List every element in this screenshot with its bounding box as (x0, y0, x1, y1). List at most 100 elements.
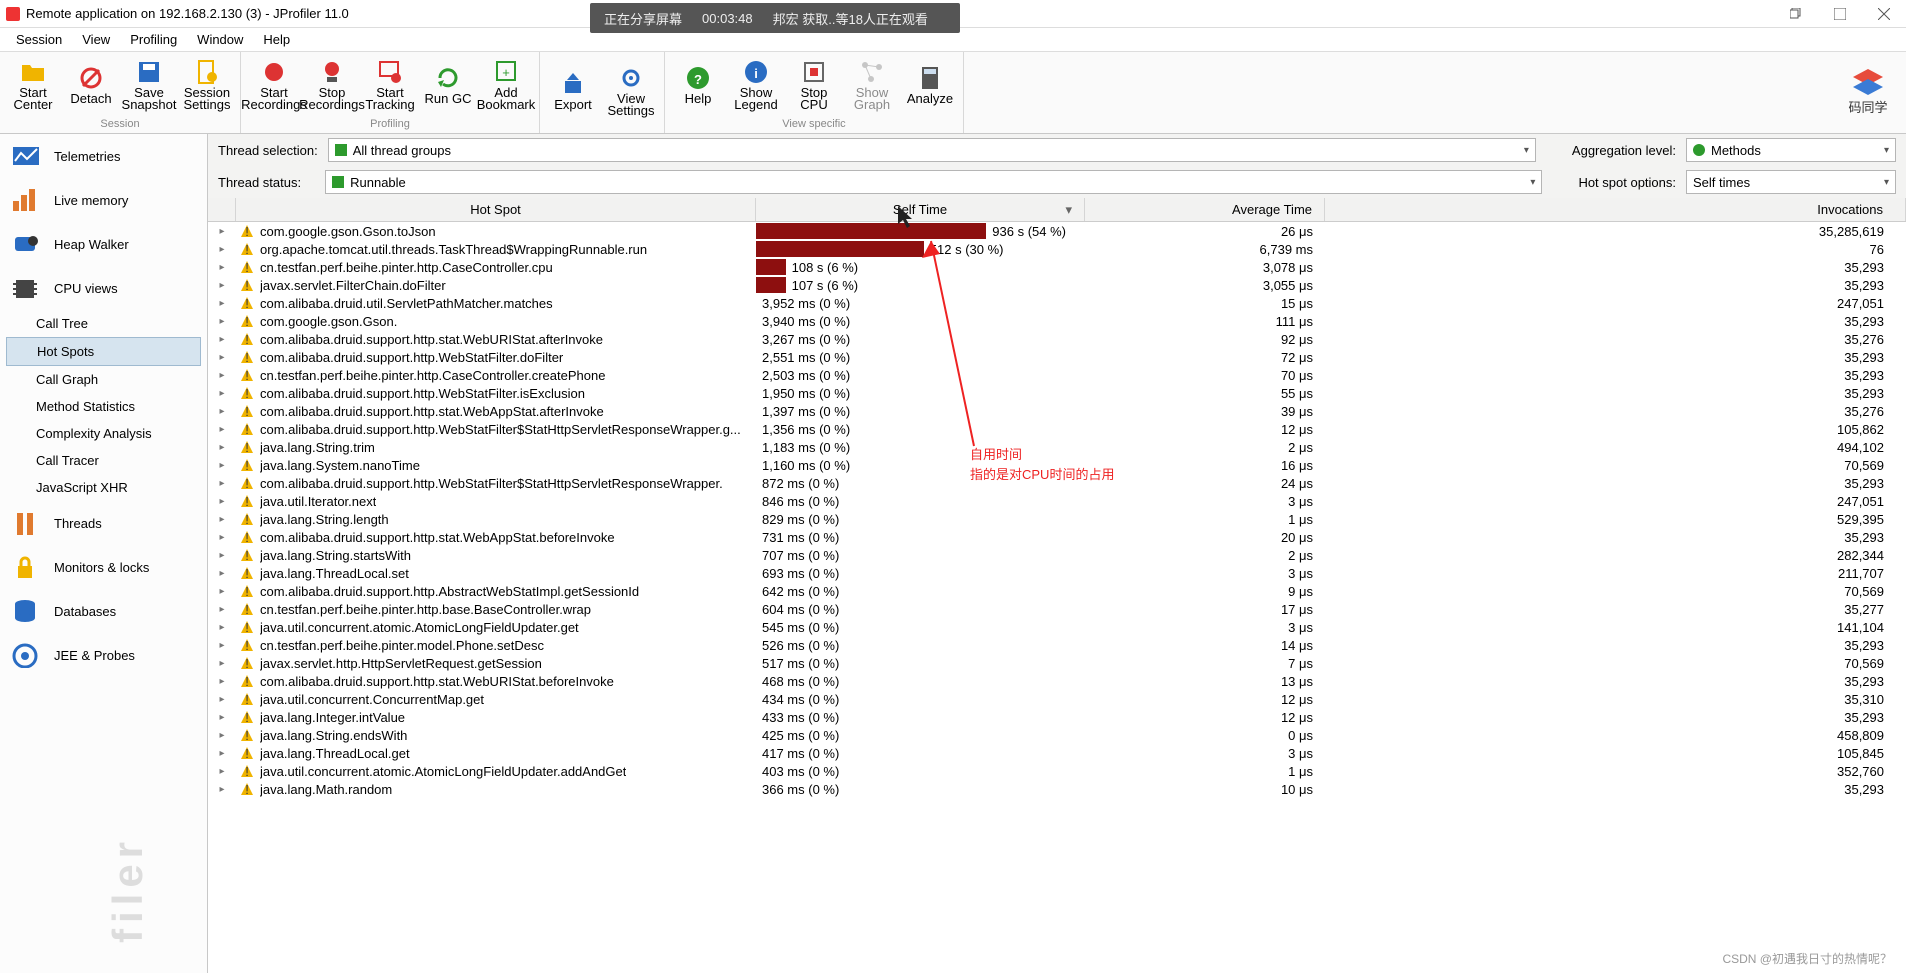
expand-icon[interactable]: ▸ (208, 406, 236, 417)
menu-profiling[interactable]: Profiling (120, 32, 187, 47)
sidebar-item-monitors-locks[interactable]: Monitors & locks (0, 545, 207, 589)
table-row[interactable]: ▸!com.alibaba.druid.support.http.WebStat… (208, 348, 1906, 366)
expand-icon[interactable]: ▸ (208, 442, 236, 453)
expand-icon[interactable]: ▸ (208, 514, 236, 525)
expand-icon[interactable]: ▸ (208, 316, 236, 327)
show-legend-button[interactable]: iShowLegend (727, 55, 785, 115)
sidebar-item-databases[interactable]: Databases (0, 589, 207, 633)
hotspot-options-combo[interactable]: Self times (1686, 170, 1896, 194)
start-center-button[interactable]: StartCenter (4, 55, 62, 115)
expand-icon[interactable]: ▸ (208, 352, 236, 363)
table-row[interactable]: ▸!java.util.concurrent.atomic.AtomicLong… (208, 762, 1906, 780)
expand-icon[interactable]: ▸ (208, 478, 236, 489)
sidebar-sub-call-graph[interactable]: Call Graph (0, 366, 207, 393)
restore-down-icon[interactable] (1774, 0, 1818, 28)
expand-icon[interactable]: ▸ (208, 622, 236, 633)
expand-icon[interactable]: ▸ (208, 784, 236, 795)
menu-window[interactable]: Window (187, 32, 253, 47)
view-settings-button[interactable]: ViewSettings (602, 61, 660, 121)
sidebar-sub-call-tracer[interactable]: Call Tracer (0, 447, 207, 474)
table-row[interactable]: ▸!com.google.gson.Gson.toJson936 s (54 %… (208, 222, 1906, 240)
table-row[interactable]: ▸!java.lang.Math.random366 ms (0 %)10 μs… (208, 780, 1906, 798)
table-row[interactable]: ▸!javax.servlet.http.HttpServletRequest.… (208, 654, 1906, 672)
detach-button[interactable]: Detach (62, 55, 120, 115)
expand-icon[interactable]: ▸ (208, 298, 236, 309)
table-row[interactable]: ▸!com.alibaba.druid.support.http.stat.We… (208, 528, 1906, 546)
table-row[interactable]: ▸!com.alibaba.druid.support.http.WebStat… (208, 384, 1906, 402)
table-row[interactable]: ▸!com.alibaba.druid.support.http.stat.We… (208, 402, 1906, 420)
sidebar-sub-hot-spots[interactable]: Hot Spots (6, 337, 201, 366)
col-avg-time[interactable]: Average Time (1085, 198, 1325, 221)
stop-recordings-button[interactable]: StopRecordings (303, 55, 361, 115)
table-row[interactable]: ▸!com.alibaba.druid.support.http.stat.We… (208, 330, 1906, 348)
expand-icon[interactable]: ▸ (208, 550, 236, 561)
table-row[interactable]: ▸!java.lang.ThreadLocal.get417 ms (0 %)3… (208, 744, 1906, 762)
col-hotspot[interactable]: Hot Spot (236, 198, 756, 221)
sidebar-sub-method-statistics[interactable]: Method Statistics (0, 393, 207, 420)
expand-icon[interactable]: ▸ (208, 226, 236, 237)
sidebar-item-threads[interactable]: Threads (0, 501, 207, 545)
expand-icon[interactable]: ▸ (208, 334, 236, 345)
sidebar-item-live-memory[interactable]: Live memory (0, 178, 207, 222)
start-tracking-button[interactable]: StartTracking (361, 55, 419, 115)
table-row[interactable]: ▸!cn.testfan.perf.beihe.pinter.http.Case… (208, 258, 1906, 276)
col-self-time[interactable]: Self Time (756, 198, 1085, 221)
sidebar-item-telemetries[interactable]: Telemetries (0, 134, 207, 178)
sidebar-item-heap-walker[interactable]: Heap Walker (0, 222, 207, 266)
expand-icon[interactable]: ▸ (208, 496, 236, 507)
table-row[interactable]: ▸!cn.testfan.perf.beihe.pinter.http.Case… (208, 366, 1906, 384)
expand-icon[interactable]: ▸ (208, 640, 236, 651)
sidebar-sub-javascript-xhr[interactable]: JavaScript XHR (0, 474, 207, 501)
table-row[interactable]: ▸!java.lang.String.startsWith707 ms (0 %… (208, 546, 1906, 564)
col-invocations[interactable]: Invocations (1325, 198, 1906, 221)
table-row[interactable]: ▸!com.alibaba.druid.support.http.WebStat… (208, 420, 1906, 438)
table-row[interactable]: ▸!java.util.Iterator.next846 ms (0 %)3 μ… (208, 492, 1906, 510)
sidebar-sub-call-tree[interactable]: Call Tree (0, 310, 207, 337)
expand-icon[interactable]: ▸ (208, 280, 236, 291)
expand-icon[interactable]: ▸ (208, 604, 236, 615)
expand-icon[interactable]: ▸ (208, 712, 236, 723)
stop-cpu-button[interactable]: StopCPU (785, 55, 843, 115)
table-row[interactable]: ▸!java.lang.String.endsWith425 ms (0 %)0… (208, 726, 1906, 744)
table-row[interactable]: ▸!com.google.gson.Gson.3,940 ms (0 %)111… (208, 312, 1906, 330)
thread-selection-combo[interactable]: All thread groups (328, 138, 1536, 162)
expand-icon[interactable]: ▸ (208, 694, 236, 705)
expand-icon[interactable]: ▸ (208, 370, 236, 381)
start-recordings-button[interactable]: StartRecordings (245, 55, 303, 115)
menu-session[interactable]: Session (6, 32, 72, 47)
col-expand[interactable] (208, 198, 236, 221)
expand-icon[interactable]: ▸ (208, 766, 236, 777)
sidebar-item-jee-probes[interactable]: JEE & Probes (0, 633, 207, 677)
menu-view[interactable]: View (72, 32, 120, 47)
hotspot-table[interactable]: Hot Spot Self Time Average Time Invocati… (208, 198, 1906, 973)
run-gc-button[interactable]: Run GC (419, 55, 477, 115)
expand-icon[interactable]: ▸ (208, 676, 236, 687)
table-row[interactable]: ▸!com.alibaba.druid.support.http.Abstrac… (208, 582, 1906, 600)
session-settings-button[interactable]: SessionSettings (178, 55, 236, 115)
table-row[interactable]: ▸!java.util.concurrent.atomic.AtomicLong… (208, 618, 1906, 636)
expand-icon[interactable]: ▸ (208, 262, 236, 273)
expand-icon[interactable]: ▸ (208, 460, 236, 471)
table-row[interactable]: ▸!java.lang.String.length829 ms (0 %)1 μ… (208, 510, 1906, 528)
sidebar-item-cpu-views[interactable]: CPU views (0, 266, 207, 310)
expand-icon[interactable]: ▸ (208, 748, 236, 759)
table-row[interactable]: ▸!java.lang.Integer.intValue433 ms (0 %)… (208, 708, 1906, 726)
expand-icon[interactable]: ▸ (208, 730, 236, 741)
expand-icon[interactable]: ▸ (208, 658, 236, 669)
expand-icon[interactable]: ▸ (208, 568, 236, 579)
table-row[interactable]: ▸!java.util.concurrent.ConcurrentMap.get… (208, 690, 1906, 708)
expand-icon[interactable]: ▸ (208, 532, 236, 543)
expand-icon[interactable]: ▸ (208, 586, 236, 597)
aggregation-combo[interactable]: Methods (1686, 138, 1896, 162)
expand-icon[interactable]: ▸ (208, 244, 236, 255)
table-row[interactable]: ▸!javax.servlet.FilterChain.doFilter107 … (208, 276, 1906, 294)
table-row[interactable]: ▸!org.apache.tomcat.util.threads.TaskThr… (208, 240, 1906, 258)
table-row[interactable]: ▸!cn.testfan.perf.beihe.pinter.model.Pho… (208, 636, 1906, 654)
table-row[interactable]: ▸!java.lang.ThreadLocal.set693 ms (0 %)3… (208, 564, 1906, 582)
expand-icon[interactable]: ▸ (208, 424, 236, 435)
save-snapshot-button[interactable]: SaveSnapshot (120, 55, 178, 115)
table-row[interactable]: ▸!com.alibaba.druid.support.http.stat.We… (208, 672, 1906, 690)
close-icon[interactable] (1862, 0, 1906, 28)
table-row[interactable]: ▸!com.alibaba.druid.util.ServletPathMatc… (208, 294, 1906, 312)
expand-icon[interactable]: ▸ (208, 388, 236, 399)
